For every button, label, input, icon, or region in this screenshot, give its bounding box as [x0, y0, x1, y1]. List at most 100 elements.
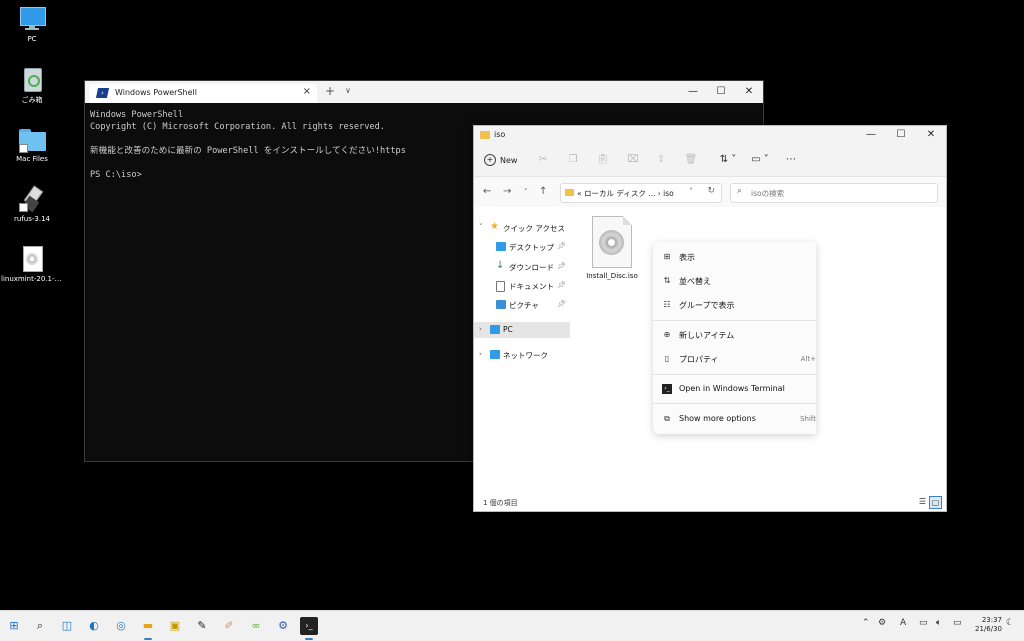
chevron-up-icon[interactable]: ⌃: [862, 618, 870, 628]
refresh-icon[interactable]: ↻: [707, 186, 715, 196]
nav-label: ダウンロード: [509, 263, 554, 272]
link-icon[interactable]: ∞: [247, 617, 265, 635]
powershell-icon: ›: [95, 88, 110, 98]
close-button[interactable]: ✕: [735, 81, 763, 103]
more-icon[interactable]: ⋯: [784, 153, 798, 167]
menu-item-group[interactable]: ☷ グループで表示: [653, 295, 816, 315]
nav-item-downloads[interactable]: ↓ ダウンロード 📌︎: [474, 259, 570, 275]
powershell-titlebar[interactable]: › Windows PowerShell × + ∨ — ☐ ✕: [85, 81, 763, 103]
file-item[interactable]: Install_Disc.iso: [582, 216, 642, 280]
chevron-down-icon[interactable]: ∨: [345, 86, 351, 95]
forward-icon[interactable]: →: [503, 186, 511, 197]
chevron-right-icon[interactable]: ›: [479, 325, 482, 333]
pin-icon: 📌︎: [557, 242, 566, 250]
delete-icon[interactable]: 🗑︎: [684, 153, 698, 167]
nav-item-network[interactable]: › ネットワーク: [474, 347, 570, 363]
menu-item-more-options[interactable]: ⧉ Show more options Shift: [653, 409, 816, 429]
battery-icon[interactable]: ▭: [953, 618, 962, 628]
notification-icon[interactable]: ☾: [1006, 618, 1014, 628]
menu-separator: [653, 320, 816, 321]
tray-app-icon[interactable]: ⚙: [878, 618, 886, 628]
explorer-titlebar[interactable]: iso — ☐ ✕: [474, 126, 946, 144]
copy-icon[interactable]: ❐: [566, 153, 580, 167]
pin-icon: 📌︎: [557, 281, 566, 289]
nav-item-pc[interactable]: › PC: [474, 322, 570, 338]
recent-chevron-icon[interactable]: ˅: [524, 188, 528, 196]
sort-icon: ⇅: [663, 276, 671, 285]
search-input[interactable]: ⌕ isoの検索: [730, 183, 938, 203]
chevron-down-icon[interactable]: ˅: [479, 223, 483, 231]
tiles-view-icon[interactable]: ▢: [929, 496, 942, 509]
nav-item-desktop[interactable]: デスクトップ 📌︎: [474, 239, 570, 255]
menu-item-new[interactable]: ⊕ 新しいアイテム: [653, 325, 816, 345]
desktop-icon-recycle-bin[interactable]: ごみ箱: [0, 66, 64, 105]
new-label: New: [500, 155, 518, 165]
address-box[interactable]: « ローカル ディスク ... › iso ˅ ↻: [560, 183, 722, 203]
nav-label: PC: [503, 325, 513, 334]
menu-item-properties[interactable]: ▯ プロパティ Alt+: [653, 349, 816, 369]
terminal-line: Windows PowerShell: [90, 110, 184, 120]
chevron-down-icon[interactable]: ˅: [689, 187, 693, 196]
remote-icon[interactable]: ⚙: [274, 617, 292, 635]
sort-icon[interactable]: ⇅ ˅: [716, 153, 740, 167]
clock-time: 23:37: [981, 616, 1002, 624]
menu-separator: [653, 403, 816, 404]
desktop-icon-label: linuxmint-20.1-x...: [1, 275, 64, 283]
maximize-button[interactable]: ☐: [886, 126, 916, 144]
cut-icon[interactable]: ✂: [536, 153, 550, 167]
minimize-button[interactable]: —: [856, 126, 886, 144]
view-icon[interactable]: ▭ ˅: [748, 153, 772, 167]
desktop-icon-mac-files[interactable]: Mac Files: [0, 126, 64, 163]
ime-icon[interactable]: A: [900, 618, 906, 628]
new-button[interactable]: + New: [484, 154, 517, 166]
store-icon[interactable]: ◎: [112, 617, 130, 635]
item-count: 1 個の項目: [483, 499, 518, 507]
task-view-icon[interactable]: ◫: [58, 617, 76, 635]
recycle-bin-icon: [18, 66, 46, 92]
rename-icon[interactable]: ⌧: [626, 153, 640, 167]
volume-icon[interactable]: 🔈︎: [936, 618, 941, 628]
clock[interactable]: 23:37 21/6/30: [975, 616, 1002, 634]
search-icon: ⌕: [737, 186, 743, 196]
folder-icon: [565, 189, 574, 196]
desktop-icon-pc[interactable]: PC: [0, 6, 64, 43]
edge-icon[interactable]: ◐: [85, 617, 103, 635]
nav-item-pictures[interactable]: ピクチャ 📌︎: [474, 297, 570, 313]
file-name: Install_Disc.iso: [586, 272, 638, 280]
star-icon: ★: [490, 221, 499, 232]
paint-icon[interactable]: ✐: [220, 617, 238, 635]
new-tab-button[interactable]: +: [325, 84, 335, 98]
maximize-button[interactable]: ☐: [707, 81, 735, 103]
desktop-icon-rufus[interactable]: rufus-3.14: [0, 185, 64, 223]
menu-label: 並べ替え: [679, 277, 711, 286]
nav-item-quick-access[interactable]: ˅ ★ クイック アクセス: [474, 220, 570, 236]
address-bar: ← → ˅ ↑ « ローカル ディスク ... › iso ˅ ↻ ⌕ isoの…: [474, 177, 946, 207]
minimize-button[interactable]: —: [679, 81, 707, 103]
details-view-icon[interactable]: ☰: [917, 496, 928, 507]
notepad-icon[interactable]: ✎: [193, 617, 211, 635]
plus-circle-icon: ⊕: [663, 330, 671, 339]
close-tab-icon[interactable]: ×: [303, 86, 311, 97]
chevron-right-icon[interactable]: ›: [479, 350, 482, 358]
network-icon[interactable]: ▭: [919, 618, 928, 628]
back-icon[interactable]: ←: [483, 186, 491, 197]
desktop-icon-linuxmint[interactable]: linuxmint-20.1-x...: [0, 246, 64, 283]
menu-item-sort[interactable]: ⇅ 並べ替え: [653, 271, 816, 291]
nav-item-documents[interactable]: ドキュメント 📌︎: [474, 278, 570, 294]
file-explorer-icon[interactable]: ▬: [139, 617, 157, 640]
search-icon[interactable]: ⌕: [31, 617, 49, 635]
share-icon[interactable]: ⇪: [654, 153, 668, 167]
download-icon: ↓: [496, 260, 505, 271]
app-icon[interactable]: ▣: [166, 617, 184, 635]
start-icon[interactable]: ⊞: [5, 617, 23, 635]
menu-item-open-terminal[interactable]: ›_ Open in Windows Terminal: [653, 379, 816, 399]
terminal-icon[interactable]: ›_: [300, 617, 318, 640]
terminal-icon: ›_: [662, 384, 672, 394]
up-icon[interactable]: ↑: [539, 186, 547, 197]
close-button[interactable]: ✕: [916, 126, 946, 144]
desktop-icon-label: ごみ箱: [21, 96, 43, 104]
powershell-tab[interactable]: › Windows PowerShell ×: [89, 84, 317, 103]
paste-icon[interactable]: 📋︎: [596, 153, 610, 167]
menu-item-view[interactable]: ⊞ 表示: [653, 247, 816, 267]
desktop-icon-label: Mac Files: [16, 155, 48, 163]
